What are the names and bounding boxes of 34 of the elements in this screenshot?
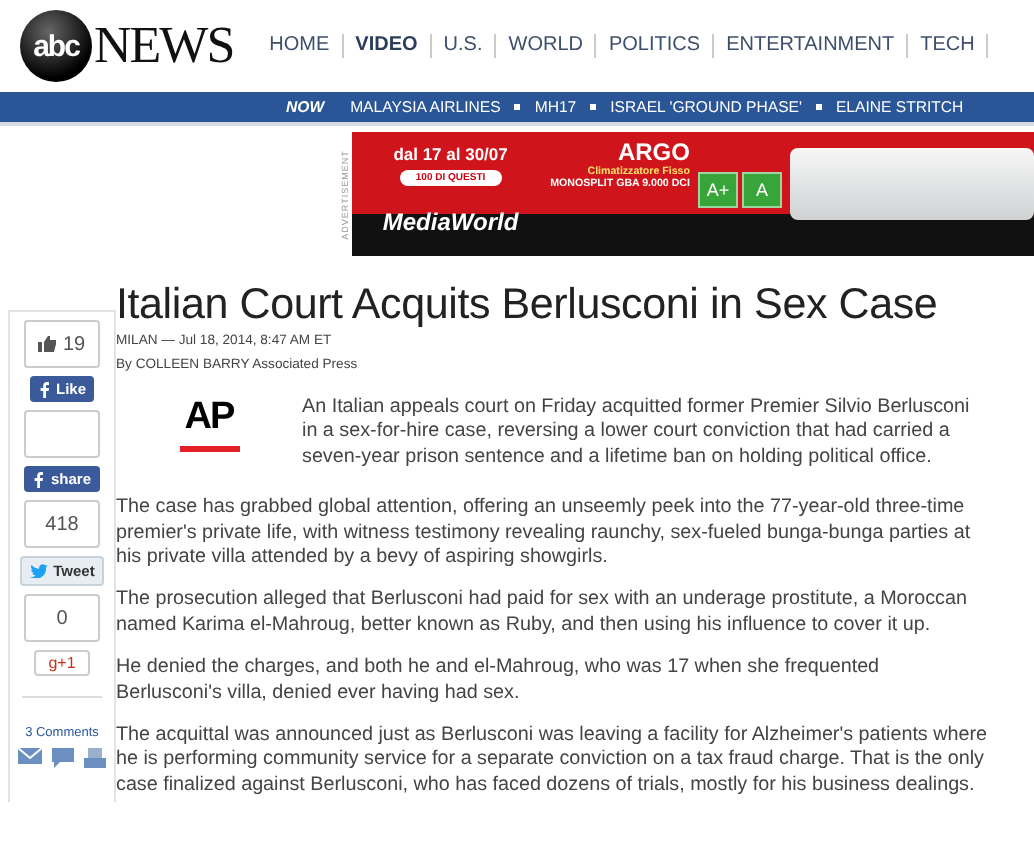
plus-count: 0 xyxy=(24,594,100,642)
energy-rating: A+ xyxy=(697,172,738,208)
nav-link[interactable]: TECH xyxy=(908,34,989,58)
nav-link[interactable]: WORLD xyxy=(496,34,597,58)
nav-link[interactable]: U.S. xyxy=(431,34,497,58)
article-paragraph: The acquittal was announced just as Berlusconi was leaving a facility for Alzheimer's patients where he is performing community service for a separate conviction on a tax fraud charge. That is the only case finalized against Berlusconi, who has faced dozens of trials, mostly for his business dealings. xyxy=(116,724,990,799)
article-paragraph: The prosecution alleged that Berlusconi had paid for sex with an underage prostitute, a Moroccan named Karima el-Mahroug, better known as Ruby, and then using his influence to cover it up. xyxy=(116,588,969,639)
logo-wordmark: NEWS xyxy=(94,16,234,76)
plus-one-button[interactable]: g+1 xyxy=(34,650,90,676)
print-icon[interactable] xyxy=(84,748,106,768)
article-paragraph: An Italian appeals court on Friday acquitted former Premier Silvio Berlusconi in a sex-for-hire case, reversing a lower court conviction that had carried a seven-year prison sentence and a lifetime ban on holding political office. xyxy=(302,396,972,471)
article-paragraph: He denied the charges, and both he and el-Mahroug, who was 17 when she frequented Berlusconi's villa, denied ever having had sex. xyxy=(116,656,882,707)
thumbs-up-icon xyxy=(38,336,57,352)
nav-link[interactable]: HOME xyxy=(269,34,344,58)
share-count: 418 xyxy=(24,500,100,548)
store-logo: MediaWorld xyxy=(382,210,519,236)
comment-icon[interactable] xyxy=(52,748,74,768)
facebook-icon xyxy=(32,471,45,487)
abc-news-logo[interactable]: abc NEWS xyxy=(20,10,234,82)
nav-link[interactable]: VIDEO xyxy=(343,34,432,58)
ad-dates: dal 17 al 30/07 xyxy=(393,144,508,164)
logo-mark: abc xyxy=(20,10,92,82)
nav-link[interactable]: ENTERTAINMENT xyxy=(714,34,909,58)
email-icon[interactable] xyxy=(18,748,42,764)
ap-logo: AP xyxy=(116,396,302,471)
article-paragraph: The case has grabbed global attention, offering an unseemly peek into the 77-year-old three-time premier's private life, with witness testimony revealing raunchy, sex-fueled bunga-bunga parties at his private villa attended by a bevy of aspiring showgirls. xyxy=(116,496,973,571)
bird-icon xyxy=(29,564,48,578)
energy-rating: A xyxy=(741,172,782,208)
ad-brand: ARGO xyxy=(617,138,690,166)
count-text: 19 xyxy=(62,333,86,355)
facebook-icon xyxy=(37,381,50,397)
article-title: Italian Court Acquits Berlusconi in Sex Case xyxy=(116,280,940,328)
nav-link[interactable]: POLITICS xyxy=(596,34,715,58)
share-count-box xyxy=(24,410,100,458)
